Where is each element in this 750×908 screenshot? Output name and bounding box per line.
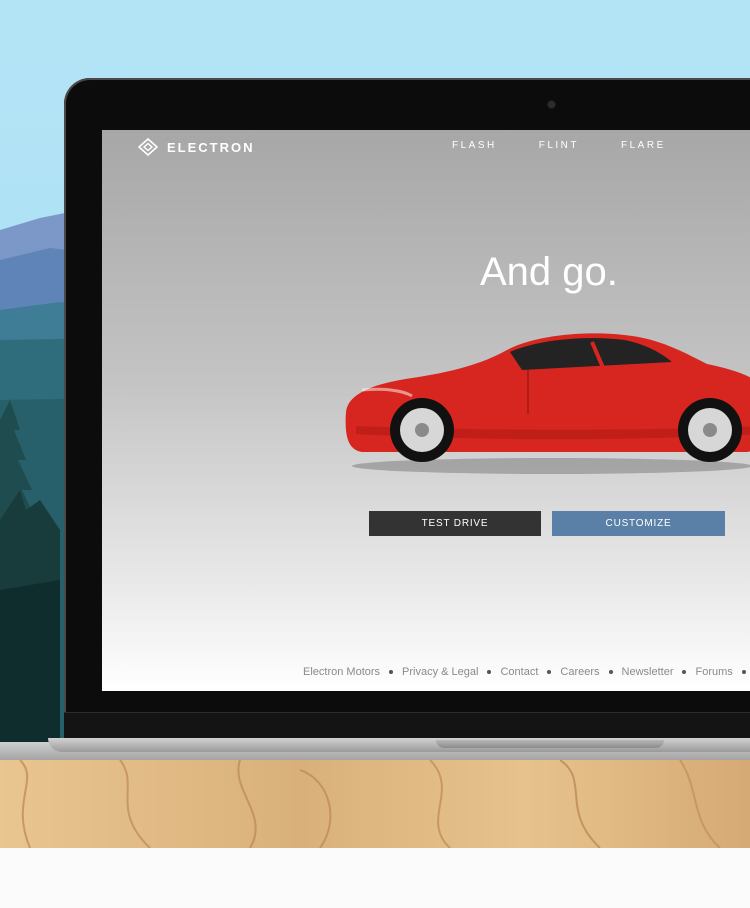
footer-separator xyxy=(741,670,746,674)
footer-link-privacy-legal[interactable]: Privacy & Legal xyxy=(402,666,478,678)
floor-background xyxy=(0,848,750,908)
footer-link-electron-motors[interactable]: Electron Motors xyxy=(303,666,380,678)
brand-logo[interactable]: ELECTRON xyxy=(137,138,255,156)
hero-headline: And go. xyxy=(480,250,618,294)
footer-separator xyxy=(487,670,492,674)
footer-link-forums[interactable]: Forums xyxy=(695,666,732,678)
footer-separator xyxy=(682,670,687,674)
footer-separator xyxy=(547,670,552,674)
laptop-hinge-notch xyxy=(436,740,664,748)
wooden-table xyxy=(0,760,750,848)
footer-link-contact[interactable]: Contact xyxy=(500,666,538,678)
brand-name: ELECTRON xyxy=(167,139,255,155)
scene: ELECTRON FLASH FLINT FLARE And go. TEST … xyxy=(0,0,750,908)
test-drive-button[interactable]: TEST DRIVE xyxy=(369,511,541,536)
footer-separator xyxy=(608,670,613,674)
car-image xyxy=(345,333,750,474)
footer-link-newsletter[interactable]: Newsletter xyxy=(622,666,674,678)
electron-logo-icon xyxy=(137,138,159,156)
nav-item-flare[interactable]: FLARE xyxy=(621,140,666,151)
customize-button[interactable]: CUSTOMIZE xyxy=(552,511,725,536)
website-screen: ELECTRON FLASH FLINT FLARE And go. TEST … xyxy=(102,130,750,691)
nav-item-flint[interactable]: FLINT xyxy=(539,140,579,151)
footer-links: Electron Motors Privacy & Legal Contact … xyxy=(303,666,750,678)
footer-separator xyxy=(389,670,394,674)
webcam-icon xyxy=(548,101,555,108)
main-nav: FLASH FLINT FLARE xyxy=(452,140,666,151)
footer-link-careers[interactable]: Careers xyxy=(560,666,599,678)
nav-item-flash[interactable]: FLASH xyxy=(452,140,497,151)
